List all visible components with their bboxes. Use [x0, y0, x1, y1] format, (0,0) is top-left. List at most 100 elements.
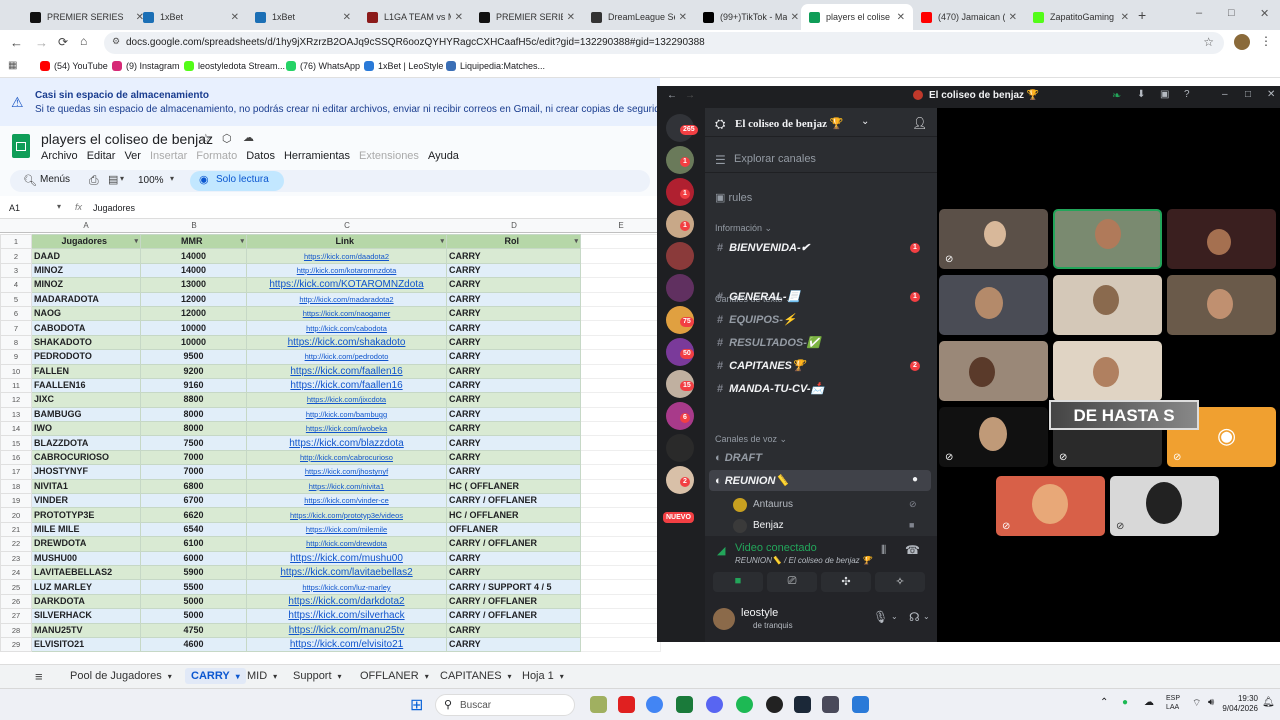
sheet-tab-chevron-icon[interactable]: ▾ — [273, 672, 277, 681]
player-name-cell[interactable]: DARKDOTA — [31, 593, 141, 610]
mmr-cell[interactable]: 8000 — [140, 421, 247, 437]
menu-ayuda[interactable]: Ayuda — [428, 150, 459, 162]
text-channel[interactable]: # GENERAL-📃 — [717, 290, 800, 303]
sheet-tab[interactable]: CARRY ▾ — [185, 668, 246, 684]
player-name-cell[interactable]: NAOG — [31, 305, 141, 322]
steam-icon[interactable] — [794, 696, 811, 713]
mmr-cell[interactable]: 6620 — [140, 507, 247, 523]
row-number[interactable]: 17 — [0, 464, 32, 480]
text-channel[interactable]: # CAPITANES🏆 — [717, 359, 806, 372]
mmr-cell[interactable]: 6700 — [140, 493, 247, 509]
empty-cell[interactable] — [580, 233, 661, 250]
apps-grid-icon[interactable]: ▦ — [8, 60, 17, 71]
link-cell[interactable]: http://kick.com/madaradota2 — [246, 291, 447, 307]
screen-share-button[interactable]: ⎚ — [767, 572, 817, 592]
windows-start-icon[interactable]: ⊞ — [410, 695, 423, 715]
column-header-d[interactable]: D — [447, 221, 581, 230]
link-cell[interactable]: https://kick.com/prototyp3e/videos — [246, 507, 447, 523]
filter-icon[interactable]: ▾ — [134, 236, 138, 248]
browser-tab[interactable]: ZapatitoGaming ✕ — [1025, 4, 1137, 30]
discord-app-icon[interactable] — [706, 696, 723, 713]
volume-icon[interactable]: 🔊︎ — [1208, 697, 1214, 708]
role-cell[interactable]: CARRY — [446, 449, 581, 466]
discord-forward-icon[interactable]: → — [685, 90, 695, 101]
noise-suppression-icon[interactable]: ⦀ — [881, 543, 886, 558]
player-name-cell[interactable]: LUZ MARLEY — [31, 579, 141, 595]
player-name-cell[interactable]: LAVITAEBELLAS2 — [31, 564, 141, 581]
new-tab-icon[interactable]: + — [1138, 7, 1146, 23]
link-cell[interactable]: https://kick.com/jixcdota — [246, 392, 447, 408]
role-cell[interactable]: CARRY — [446, 248, 581, 264]
row-number[interactable]: 5 — [0, 291, 32, 307]
sheet-tab-chevron-icon[interactable]: ▾ — [338, 672, 342, 681]
explore-channels[interactable]: Explorar canales — [715, 153, 816, 165]
widget-icon[interactable] — [590, 696, 607, 713]
row-number[interactable]: 18 — [0, 478, 32, 495]
chrome-icon[interactable] — [646, 696, 663, 713]
empty-cell[interactable] — [580, 464, 661, 480]
add-member-icon[interactable]: 👤︎ — [912, 116, 927, 130]
bookmark-item[interactable]: leostyledota Stream... — [184, 61, 285, 71]
player-name-cell[interactable]: MUSHU00 — [31, 550, 141, 566]
link-cell[interactable]: http://kick.com/pedrodoto — [246, 349, 447, 365]
row-number[interactable]: 26 — [0, 593, 32, 610]
channel-rules[interactable]: ▣ rules — [715, 191, 752, 204]
sheet-tab[interactable]: OFFLANER ▾ — [360, 670, 429, 682]
browser-tab[interactable]: players el colise ✕ — [801, 4, 913, 30]
mmr-cell[interactable]: 5000 — [140, 608, 247, 624]
row-number[interactable]: 14 — [0, 421, 32, 437]
close-icon[interactable]: ✕ — [1267, 89, 1275, 100]
video-tile-4[interactable] — [939, 275, 1048, 335]
star-icon[interactable]: ☆ — [200, 131, 212, 147]
empty-cell[interactable] — [580, 579, 661, 595]
row-number[interactable]: 20 — [0, 507, 32, 523]
row-number[interactable]: 1 — [0, 233, 32, 250]
mmr-cell[interactable]: 6100 — [140, 536, 247, 552]
browser-tab[interactable]: 1xBet ✕ — [247, 4, 359, 30]
text-channel[interactable]: # RESULTADOS-✅ — [717, 336, 821, 349]
empty-cell[interactable] — [580, 536, 661, 552]
camera-button[interactable]: ■ — [713, 572, 763, 592]
doc-title[interactable]: players el coliseo de benjaz — [41, 131, 213, 147]
voice-user[interactable]: Benjaz ■ — [733, 518, 923, 536]
browser-tab[interactable]: (99+)TikTok - Ma ✕ — [695, 4, 807, 30]
filter-icon[interactable]: ▾ — [240, 236, 244, 248]
home-icon[interactable]: ⌂ — [80, 34, 87, 48]
mmr-cell[interactable]: 13000 — [140, 277, 247, 293]
player-name-cell[interactable]: BLAZZDOTA — [31, 435, 141, 451]
bookmark-item[interactable]: 1xBet | LeoStyle — [364, 61, 443, 71]
player-name-cell[interactable]: SHAKADOTO — [31, 334, 141, 351]
sheet-tab[interactable]: Hoja 1 ▾ — [522, 670, 564, 682]
tray-app-icon[interactable]: ● — [1122, 697, 1128, 708]
category-informacion[interactable]: Información ⌄ — [715, 223, 772, 234]
role-cell[interactable]: CARRY — [446, 406, 581, 423]
empty-cell[interactable] — [580, 449, 661, 466]
empty-cell[interactable] — [580, 493, 661, 509]
sheet-tab-chevron-icon[interactable]: ▾ — [560, 672, 564, 681]
empty-cell[interactable] — [580, 521, 661, 538]
menu-datos[interactable]: Datos — [246, 150, 275, 162]
empty-cell[interactable] — [580, 377, 661, 394]
player-name-cell[interactable]: DREWDOTA — [31, 536, 141, 552]
player-name-cell[interactable]: MADARADOTA — [31, 291, 141, 307]
user-name[interactable]: leostyle — [741, 607, 778, 619]
video-tile-7[interactable] — [939, 341, 1048, 401]
browser-tab[interactable]: DreamLeague Se ✕ — [583, 4, 695, 30]
tab-close-icon[interactable]: ✕ — [897, 12, 905, 23]
role-cell[interactable]: CARRY — [446, 550, 581, 566]
mmr-cell[interactable]: 7000 — [140, 464, 247, 480]
move-icon[interactable]: ⬡ — [222, 132, 232, 145]
row-number[interactable]: 29 — [0, 636, 32, 653]
mmr-cell[interactable]: 4600 — [140, 636, 247, 653]
column-header-c[interactable]: C — [247, 221, 447, 230]
menu-ver[interactable]: Ver — [124, 150, 141, 162]
menu-search-label[interactable]: Menús — [40, 174, 70, 185]
role-cell[interactable]: CARRY / OFFLANER — [446, 493, 581, 509]
cell-reference[interactable]: A1 — [9, 203, 20, 213]
mmr-cell[interactable]: 14000 — [140, 262, 247, 279]
link-cell[interactable]: https://kick.com/vinder-ce — [246, 493, 447, 509]
browser-tab[interactable]: (470) Jamaican (B ✕ — [913, 4, 1025, 30]
role-cell[interactable]: CARRY / OFFLANER — [446, 593, 581, 610]
role-cell[interactable]: CARRY / SUPPORT 4 / 5 — [446, 579, 581, 595]
empty-cell[interactable] — [580, 363, 661, 379]
